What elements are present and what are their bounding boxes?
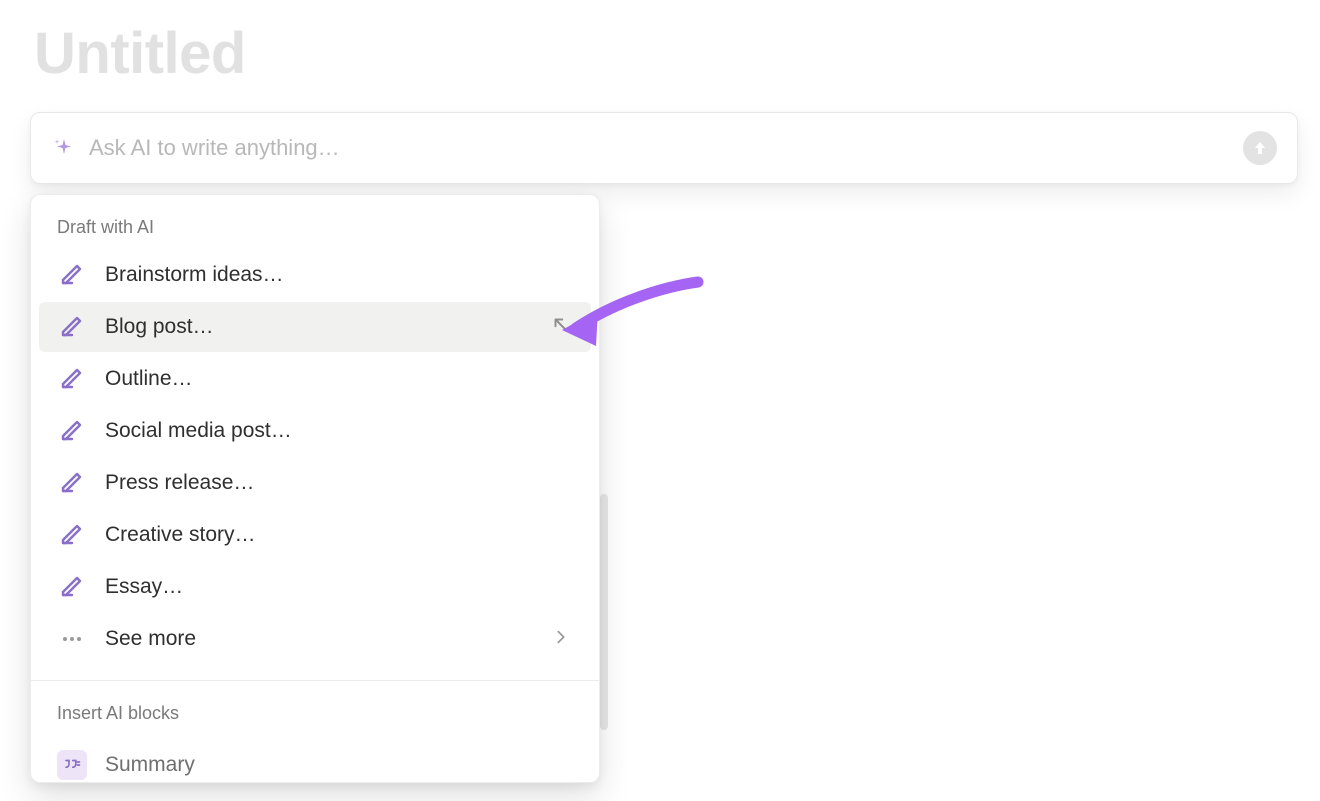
ai-prompt-input[interactable]: [89, 135, 1243, 161]
ellipsis-icon: [57, 624, 87, 654]
menu-item-label: Brainstorm ideas…: [105, 263, 569, 287]
chevron-right-icon: [553, 627, 569, 651]
page-title: Untitled: [34, 20, 246, 87]
menu-item-label: Summary: [105, 753, 195, 777]
menu-item-label: Blog post…: [105, 315, 551, 339]
menu-item-outline[interactable]: Outline…: [39, 354, 591, 404]
scrollbar-thumb[interactable]: [600, 494, 608, 730]
menu-item-creative-story[interactable]: Creative story…: [39, 510, 591, 560]
menu-item-blog-post[interactable]: Blog post…: [39, 302, 591, 352]
pencil-icon: [57, 364, 87, 394]
pencil-icon: [57, 468, 87, 498]
ai-input-bar[interactable]: [30, 112, 1298, 184]
quote-icon: [57, 750, 87, 780]
insert-arrow-icon: [551, 315, 569, 339]
section-header-insert-blocks: Insert AI blocks: [31, 681, 599, 734]
menu-item-press-release[interactable]: Press release…: [39, 458, 591, 508]
arrow-up-icon: [1251, 139, 1269, 157]
pencil-icon: [57, 520, 87, 550]
section-header-draft: Draft with AI: [31, 195, 599, 248]
menu-item-social-media-post[interactable]: Social media post…: [39, 406, 591, 456]
menu-item-label: Essay…: [105, 575, 569, 599]
menu-item-summary[interactable]: Summary: [39, 736, 591, 780]
pencil-icon: [57, 312, 87, 342]
menu-item-label: See more: [105, 627, 553, 651]
menu-item-label: Creative story…: [105, 523, 569, 547]
pencil-icon: [57, 572, 87, 602]
sparkle-icon: [51, 135, 77, 161]
scrollbar[interactable]: [600, 194, 608, 794]
menu-item-label: Social media post…: [105, 419, 569, 443]
menu-item-see-more[interactable]: See more: [39, 614, 591, 664]
menu-item-label: Outline…: [105, 367, 569, 391]
submit-button[interactable]: [1243, 131, 1277, 165]
pencil-icon: [57, 260, 87, 290]
menu-item-label: Press release…: [105, 471, 569, 495]
pencil-icon: [57, 416, 87, 446]
menu-item-essay[interactable]: Essay…: [39, 562, 591, 612]
ai-dropdown: Draft with AI Brainstorm ideas… Blog pos…: [30, 194, 600, 783]
menu-item-brainstorm-ideas[interactable]: Brainstorm ideas…: [39, 250, 591, 300]
